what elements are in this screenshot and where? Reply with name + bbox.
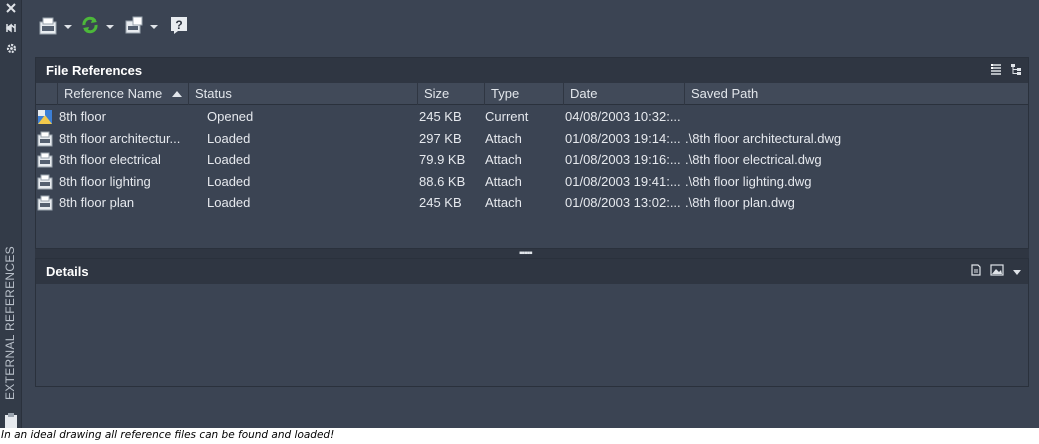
palette-title: EXTERNAL REFERENCES: [3, 246, 17, 400]
column-header-row: Reference Name Status Size Type Date Sav…: [36, 83, 1028, 105]
column-label: Status: [195, 86, 232, 101]
table-row[interactable]: 8th floor electrical Loaded 79.9 KB Atta…: [36, 149, 1028, 171]
reference-saved-path: .\8th floor architectural.dwg: [685, 130, 842, 146]
column-header-date[interactable]: Date: [563, 83, 684, 105]
reference-size: 245 KB: [419, 109, 462, 124]
chevron-down-icon[interactable]: [150, 25, 158, 29]
reference-name: 8th floor: [59, 109, 106, 124]
chevron-down-icon[interactable]: [64, 25, 72, 29]
panel-title: File References: [46, 63, 143, 78]
table-row[interactable]: 8th floor plan Loaded 245 KB Attach 01/0…: [36, 192, 1028, 214]
reference-date: 01/08/2003 19:14:...: [565, 130, 681, 146]
image-caption: In an ideal drawing all reference files …: [1, 429, 335, 441]
reference-list: 8th floor Opened 245 KB Current 04/08/20…: [36, 106, 1028, 214]
file-references-panel: File References Reference Name Status Si…: [35, 57, 1029, 249]
column-header-status[interactable]: Status: [188, 83, 417, 105]
list-view-icon[interactable]: [990, 58, 1002, 83]
table-row[interactable]: 8th floor Opened 245 KB Current 04/08/20…: [36, 106, 1028, 128]
refresh-icon: [80, 15, 100, 40]
file-references-header: File References: [36, 58, 1028, 83]
reference-status: Loaded: [207, 130, 251, 146]
reference-status: Loaded: [207, 152, 251, 167]
panel-splitter[interactable]: ▪▪▪▪▪: [35, 248, 1029, 259]
external-references-palette: EXTERNAL REFERENCES ? File References Re…: [0, 0, 1039, 428]
details-header: Details: [36, 259, 1028, 284]
details-panel: Details: [35, 258, 1029, 387]
details-content: [36, 284, 1028, 386]
settings-icon[interactable]: [3, 42, 19, 58]
column-header-reference-name[interactable]: Reference Name: [57, 83, 188, 105]
reference-status: Opened: [207, 109, 254, 124]
change-path-button[interactable]: [124, 16, 158, 38]
reference-name: 8th floor lighting: [59, 173, 151, 189]
reference-date: 01/08/2003 19:16:...: [565, 152, 681, 167]
tree-view-icon[interactable]: [1010, 58, 1022, 83]
dwg-reference-icon: [37, 152, 53, 168]
palette-title-bar: EXTERNAL REFERENCES: [0, 0, 22, 428]
chevron-down-icon[interactable]: [106, 25, 114, 29]
column-label: Reference Name: [64, 86, 163, 101]
close-icon[interactable]: [3, 2, 19, 18]
refresh-button[interactable]: [80, 16, 114, 38]
column-label: Saved Path: [691, 86, 759, 101]
dwg-reference-icon: [37, 195, 53, 211]
collapse-dropdown-icon[interactable]: [1012, 259, 1022, 284]
column-label: Type: [491, 86, 520, 101]
dwg-file-icon: [38, 15, 58, 40]
reference-size: 79.9 KB: [419, 152, 466, 167]
reference-date: 04/08/2003 10:32:...: [565, 109, 681, 124]
column-label: Date: [570, 86, 598, 101]
reference-saved-path: .\8th floor lighting.dwg: [685, 173, 812, 189]
reference-date: 01/08/2003 19:41:...: [565, 173, 681, 189]
column-header-size[interactable]: Size: [417, 83, 484, 105]
column-header-type[interactable]: Type: [484, 83, 563, 105]
column-label: Size: [424, 86, 450, 101]
reference-type: Current: [485, 109, 529, 124]
auto-hide-icon[interactable]: [3, 22, 19, 38]
reference-size: 245 KB: [419, 195, 462, 210]
details-icon[interactable]: [970, 259, 982, 284]
host-drawing-icon: [37, 109, 53, 125]
help-icon: ?: [170, 16, 188, 39]
reference-name: 8th floor electrical: [59, 152, 161, 167]
reference-status: Loaded: [207, 173, 251, 189]
reference-size: 88.6 KB: [419, 173, 466, 189]
reference-saved-path: .\8th floor electrical.dwg: [685, 152, 822, 167]
reference-name: 8th floor architectur...: [59, 130, 181, 146]
reference-status: Loaded: [207, 195, 251, 210]
reference-size: 297 KB: [419, 130, 462, 146]
preview-icon[interactable]: [990, 259, 1004, 284]
panel-title: Details: [46, 264, 89, 279]
change-path-icon: [124, 15, 144, 40]
svg-text:?: ?: [175, 18, 182, 32]
splitter-grip-icon: ▪▪▪▪▪: [519, 248, 533, 259]
dwg-reference-icon: [37, 174, 53, 190]
attach-dwg-button[interactable]: [38, 16, 72, 38]
reference-saved-path: .\8th floor plan.dwg: [685, 195, 795, 210]
reference-type: Attach: [485, 173, 522, 189]
reference-type: Attach: [485, 152, 522, 167]
reference-date: 01/08/2003 13:02:...: [565, 195, 681, 210]
help-button[interactable]: ?: [170, 16, 188, 38]
table-row[interactable]: 8th floor architectur... Loaded 297 KB A…: [36, 128, 1028, 150]
reference-name: 8th floor plan: [59, 195, 135, 210]
toolbar: ?: [22, 0, 1039, 54]
table-row[interactable]: 8th floor lighting Loaded 88.6 KB Attach…: [36, 171, 1028, 193]
clipboard-icon: [4, 412, 18, 428]
dwg-reference-icon: [37, 131, 53, 147]
reference-type: Attach: [485, 130, 522, 146]
sort-ascending-icon: [172, 91, 183, 97]
reference-type: Attach: [485, 195, 522, 210]
column-header-saved-path[interactable]: Saved Path: [684, 83, 1028, 105]
